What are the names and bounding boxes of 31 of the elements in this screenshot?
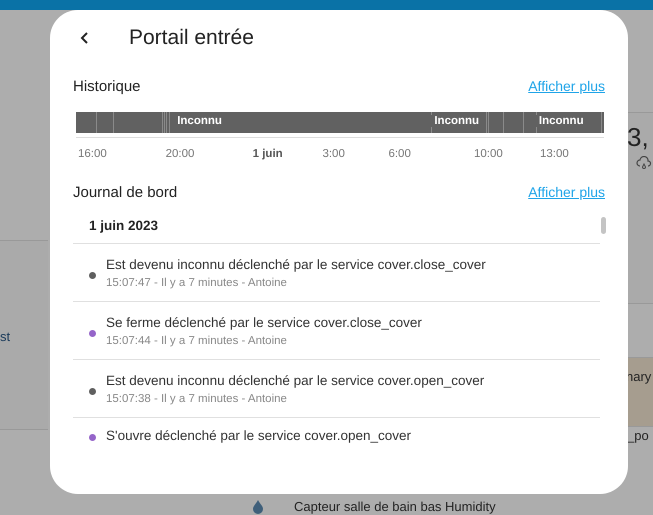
card-background [628,357,653,427]
water-drop-icon [252,500,264,514]
date-heading: 1 juin 2023 [73,218,600,244]
axis-label: 6:00 [388,148,411,160]
cloud-icon [636,156,652,170]
background-text: _po [627,428,649,443]
dialog-title: Portail entrée [129,26,254,50]
entity-name: Capteur salle de bain bas Humidity [294,499,496,514]
section-heading: Historique [73,78,141,94]
axis-label: 3:00 [322,148,345,160]
background-text: st [0,329,10,344]
state-label: Inconnu [536,115,584,127]
log-message: S'ouvre déclenché par le service cover.open_cover [106,428,412,443]
state-label: Inconnu [431,115,480,127]
axis-label: 10:00 [474,148,503,160]
axis-label: 13:00 [540,148,569,160]
axis-label: 1 juin [252,148,283,160]
log-details: 15:07:47 - Il y a 7 minutes - Antoine [106,276,288,288]
show-more-link[interactable]: Afficher plus [528,184,605,200]
axis-label: 16:00 [78,148,107,160]
section-heading: Journal de bord [73,184,178,200]
log-message: Est devenu inconnu déclenché par le service cover.close_cover [106,256,486,272]
log-message: Se ferme déclenché par le service cover.close_cover [106,314,422,330]
log-message: Est devenu inconnu déclenché par le service cover.open_cover [106,372,484,388]
chevron-left-icon[interactable] [80,31,90,45]
axis-label: 20:00 [166,148,194,160]
scrollbar-thumb[interactable] [601,217,606,234]
show-more-link[interactable]: Afficher plus [528,78,605,94]
log-details: 15:07:44 - Il y a 7 minutes - Antoine [106,334,288,346]
background-text: 3, [627,122,649,153]
log-details: 15:07:38 - Il y a 7 minutes - Antoine [106,392,288,404]
